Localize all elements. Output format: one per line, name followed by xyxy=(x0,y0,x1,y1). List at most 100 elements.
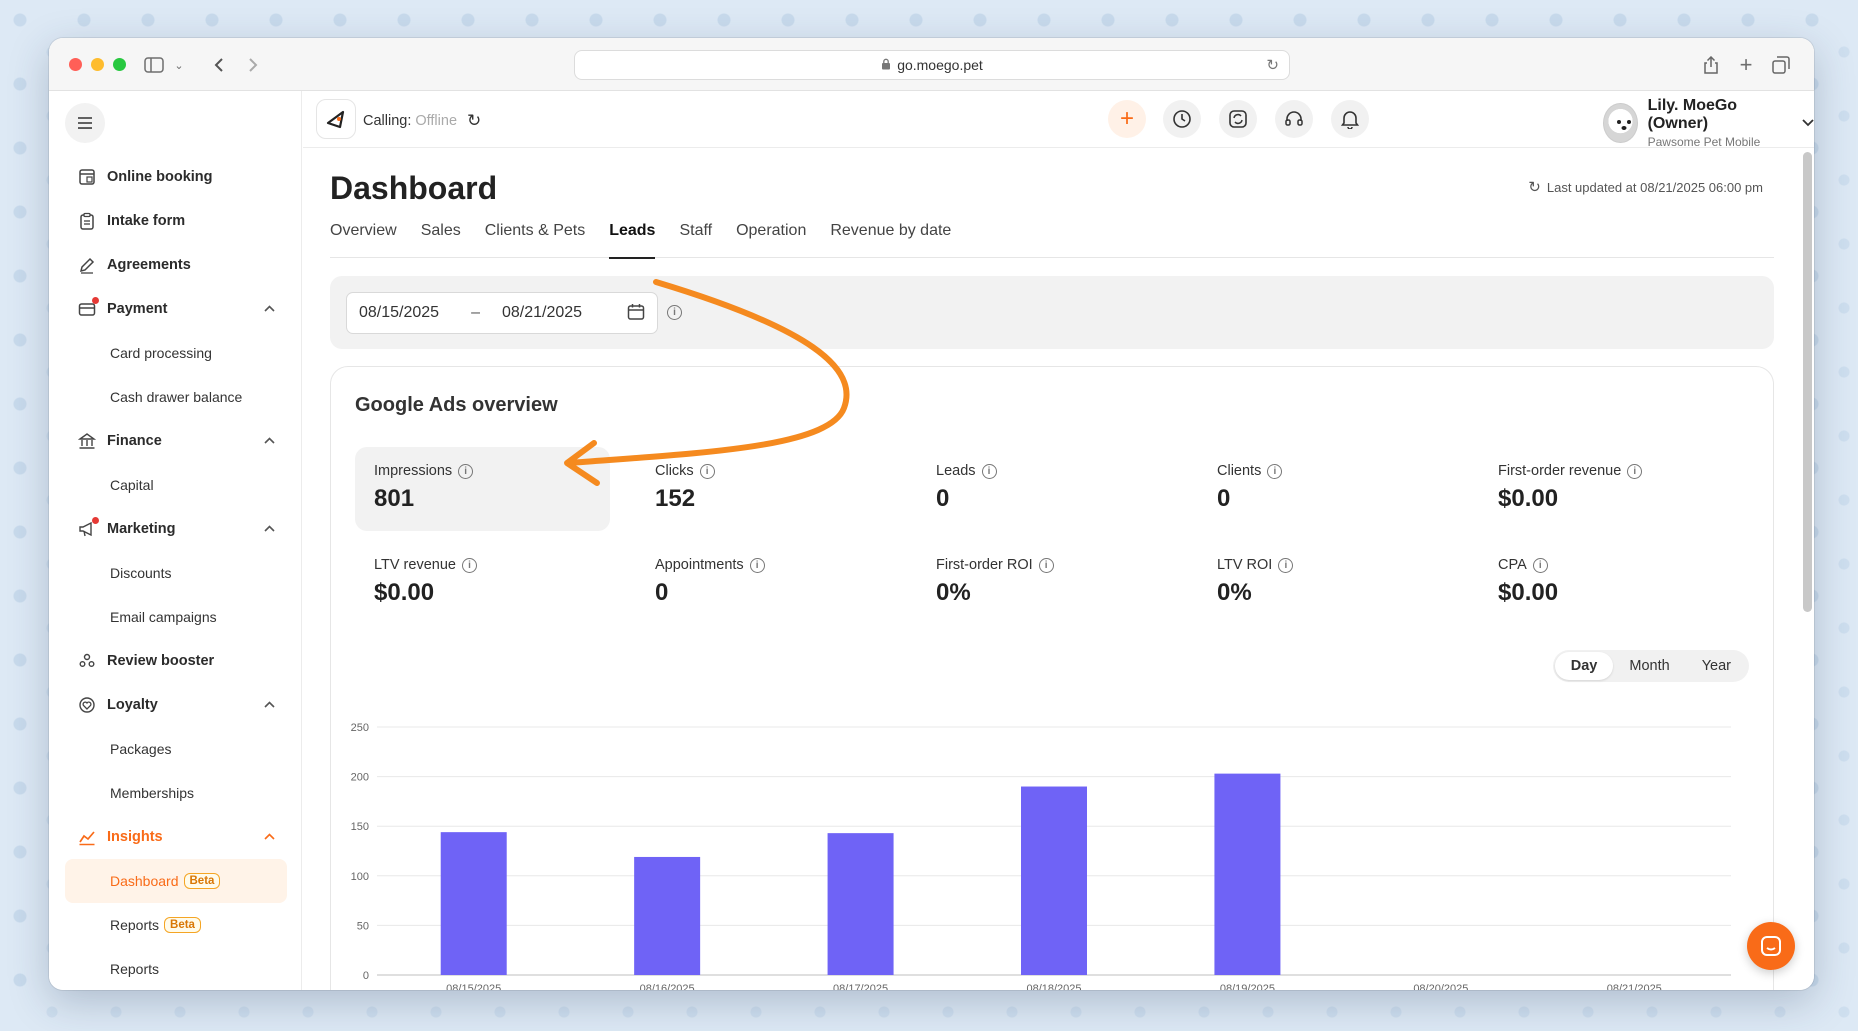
info-icon[interactable]: i xyxy=(458,463,474,479)
reload-icon[interactable]: ↻ xyxy=(1266,56,1279,74)
sidebar-item-label: Online booking xyxy=(107,169,213,185)
chevron-up-icon[interactable] xyxy=(264,301,275,315)
metric-clicks[interactable]: Clicks i 152 xyxy=(636,447,891,531)
sidebar-subitem-reports[interactable]: Reports xyxy=(65,947,287,990)
info-icon[interactable]: i xyxy=(667,305,682,320)
address-bar[interactable]: go.moego.pet ↻ xyxy=(574,50,1290,80)
tab-leads[interactable]: Leads xyxy=(609,214,656,259)
calendar-icon xyxy=(77,167,97,187)
x-tick-label: 08/16/2025 xyxy=(640,983,695,990)
chevron-up-icon[interactable] xyxy=(264,433,275,447)
forward-icon[interactable] xyxy=(240,52,266,78)
bar-08-19-2025[interactable] xyxy=(1214,773,1281,975)
bar-08-17-2025[interactable] xyxy=(827,833,894,975)
granularity-year[interactable]: Year xyxy=(1686,652,1747,680)
info-icon[interactable]: i xyxy=(1278,557,1294,573)
logo-icon xyxy=(326,110,345,129)
info-icon[interactable]: i xyxy=(1532,557,1548,573)
sidebar-item-marketing[interactable]: Marketing xyxy=(65,507,287,551)
share-icon[interactable] xyxy=(1698,52,1724,78)
sidebar-item-agreements[interactable]: Agreements xyxy=(65,243,287,287)
sidebar-subitem-cash-drawer-balance[interactable]: Cash drawer balance xyxy=(65,375,287,419)
moego-logo[interactable] xyxy=(316,99,356,139)
info-icon[interactable]: i xyxy=(699,463,715,479)
granularity-month[interactable]: Month xyxy=(1613,652,1685,680)
chevron-up-icon[interactable] xyxy=(264,697,275,711)
metric-cpa[interactable]: CPA i $0.00 xyxy=(1479,541,1734,625)
sidebar-subitem-capital[interactable]: Capital xyxy=(65,463,287,507)
bar-08-18-2025[interactable] xyxy=(1021,786,1087,975)
close-window-button[interactable] xyxy=(69,58,82,71)
add-button[interactable]: + xyxy=(1108,100,1146,138)
switch-icon[interactable] xyxy=(1219,100,1257,138)
sidebar-item-insights[interactable]: Insights xyxy=(65,815,287,859)
sidebar-subitem-discounts[interactable]: Discounts xyxy=(65,551,287,595)
sidebar-item-label: Intake form xyxy=(107,213,186,229)
sidebar-subitem-dashboard[interactable]: Dashboard Beta xyxy=(65,859,287,903)
metric-first-order-roi[interactable]: First-order ROI i 0% xyxy=(917,541,1172,625)
chevron-up-icon[interactable] xyxy=(264,521,275,535)
tab-overview-icon[interactable] xyxy=(1768,52,1794,78)
sidebar-item-label: Insights xyxy=(107,829,163,845)
back-icon[interactable] xyxy=(206,52,232,78)
info-icon[interactable]: i xyxy=(981,463,997,479)
metric-value: $0.00 xyxy=(1498,579,1559,606)
info-icon[interactable]: i xyxy=(1267,463,1283,479)
tab-operation[interactable]: Operation xyxy=(736,214,806,258)
sidebar-subitem-reports[interactable]: Reports Beta xyxy=(65,903,287,947)
bell-icon[interactable] xyxy=(1331,100,1369,138)
user-menu[interactable]: Lily. MoeGo (Owner) Pawsome Pet Mobile xyxy=(1603,97,1814,149)
sidebar-item-loyalty[interactable]: Loyalty xyxy=(65,683,287,727)
tab-staff[interactable]: Staff xyxy=(679,214,712,258)
info-icon[interactable]: i xyxy=(1627,463,1643,479)
metric-impressions[interactable]: Impressions i 801 xyxy=(355,447,610,531)
sidebar-item-payment[interactable]: Payment xyxy=(65,287,287,331)
sidebar-subitem-memberships[interactable]: Memberships xyxy=(65,771,287,815)
metric-leads[interactable]: Leads i 0 xyxy=(917,447,1172,531)
metric-clients[interactable]: Clients i 0 xyxy=(1198,447,1453,531)
metric-value: 152 xyxy=(655,485,696,512)
sidebar-toggle-icon[interactable] xyxy=(141,52,167,78)
y-tick-label: 100 xyxy=(351,871,369,883)
granularity-day[interactable]: Day xyxy=(1554,652,1614,680)
chat-button[interactable] xyxy=(1747,922,1795,970)
calendar-icon[interactable] xyxy=(627,303,645,326)
sidebar-item-intake-form[interactable]: Intake form xyxy=(65,199,287,243)
metric-ltv-revenue[interactable]: LTV revenue i $0.00 xyxy=(355,541,610,625)
minimize-window-button[interactable] xyxy=(91,58,104,71)
start-date[interactable]: 08/15/2025 xyxy=(359,304,439,322)
headset-icon[interactable] xyxy=(1275,100,1313,138)
chevron-down-icon[interactable] xyxy=(1802,114,1814,132)
date-range-picker[interactable]: 08/15/2025 – 08/21/2025 xyxy=(346,292,658,334)
maximize-window-button[interactable] xyxy=(113,58,126,71)
chevron-down-icon[interactable]: ⌄ xyxy=(166,52,192,78)
tab-sales[interactable]: Sales xyxy=(421,214,461,258)
metric-appointments[interactable]: Appointments i 0 xyxy=(636,541,891,625)
sidebar-subitem-email-campaigns[interactable]: Email campaigns xyxy=(65,595,287,639)
info-icon[interactable]: i xyxy=(749,557,765,573)
new-tab-icon[interactable]: + xyxy=(1733,52,1759,78)
metric-ltv-roi[interactable]: LTV ROI i 0% xyxy=(1198,541,1453,625)
metric-first-order-revenue[interactable]: First-order revenue i $0.00 xyxy=(1479,447,1734,531)
scrollbar[interactable] xyxy=(1803,152,1812,612)
sidebar-subitem-card-processing[interactable]: Card processing xyxy=(65,331,287,375)
tab-clients-pets[interactable]: Clients & Pets xyxy=(485,214,585,258)
sidebar-item-label: Marketing xyxy=(107,521,176,537)
refresh-icon[interactable]: ↻ xyxy=(467,111,481,131)
info-icon[interactable]: i xyxy=(461,557,477,573)
tab-revenue-by-date[interactable]: Revenue by date xyxy=(830,214,951,258)
sidebar-item-review-booster[interactable]: Review booster xyxy=(65,639,287,683)
sidebar-item-finance[interactable]: Finance xyxy=(65,419,287,463)
end-date[interactable]: 08/21/2025 xyxy=(502,304,582,322)
sidebar-item-online-booking[interactable]: Online booking xyxy=(65,155,287,199)
sidebar-subitem-label: Dashboard xyxy=(110,873,179,889)
tab-overview[interactable]: Overview xyxy=(330,214,397,258)
chevron-up-icon[interactable] xyxy=(264,829,275,843)
refresh-icon[interactable]: ↻ xyxy=(1528,178,1541,196)
sidebar-subitem-packages[interactable]: Packages xyxy=(65,727,287,771)
clock-icon[interactable] xyxy=(1163,100,1201,138)
bar-08-16-2025[interactable] xyxy=(634,856,701,975)
info-icon[interactable]: i xyxy=(1038,557,1054,573)
bar-08-15-2025[interactable] xyxy=(440,832,507,975)
hamburger-menu-icon[interactable] xyxy=(65,103,105,143)
